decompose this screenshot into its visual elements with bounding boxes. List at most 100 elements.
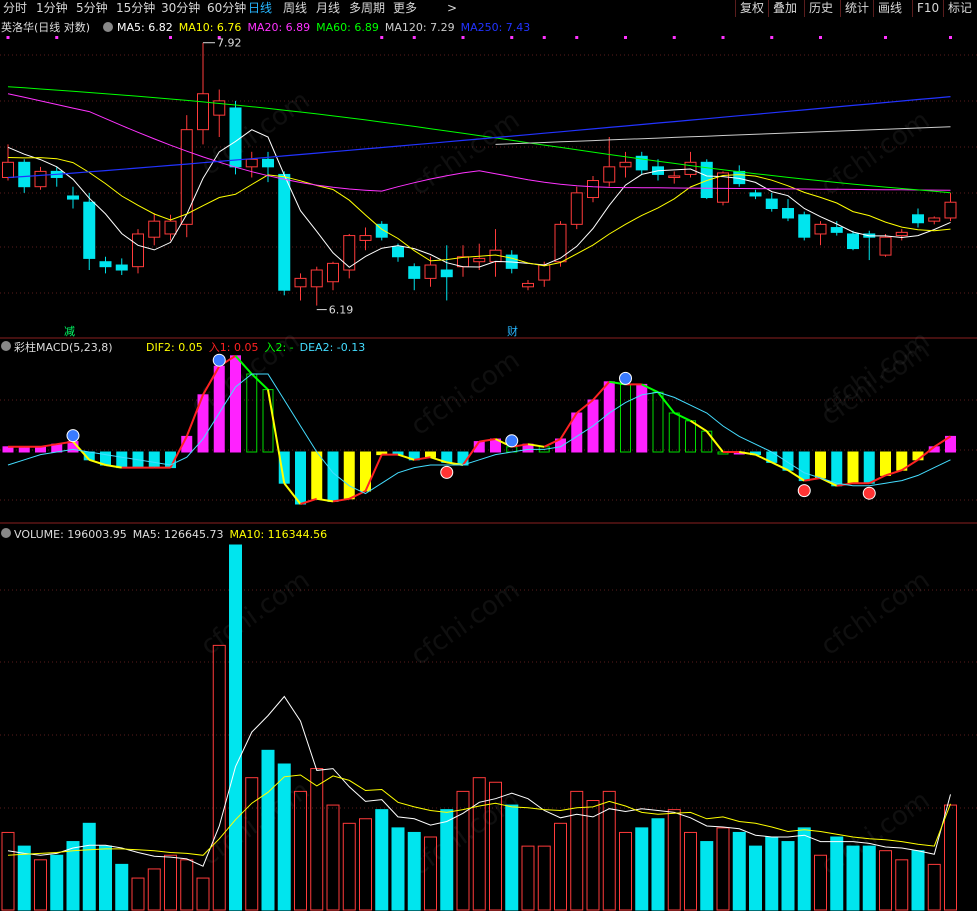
low-price-label: 6.19 — [329, 304, 354, 317]
signal-dot — [510, 36, 514, 39]
macd-bar — [815, 451, 826, 479]
macd-legend-0: DIF2: 0.05 — [146, 341, 203, 354]
volume-bar — [830, 836, 844, 911]
sell-signal-ball — [440, 465, 454, 479]
toolbar-action-6[interactable]: 标记 — [948, 1, 972, 15]
macd-bar — [295, 451, 306, 505]
macd-bar — [343, 451, 355, 500]
volume-bar — [797, 827, 811, 911]
volume-bar — [732, 831, 746, 911]
period-tab-9[interactable]: 多周期 — [349, 1, 385, 15]
sell-signal-ball — [797, 484, 811, 498]
macd-bar — [311, 451, 323, 500]
volume-bar — [261, 749, 275, 911]
toolbar-action-0[interactable]: 复权 — [740, 1, 764, 15]
volume-bar — [781, 841, 795, 911]
toolbar-divider — [768, 0, 769, 17]
buy-signal-ball — [505, 434, 519, 448]
signal-dot — [380, 36, 384, 39]
signal-dot — [412, 36, 416, 39]
volume-bar — [82, 822, 96, 911]
volume-bar — [651, 818, 665, 911]
period-tab-6[interactable]: 日线 — [248, 1, 272, 15]
toolbar-divider — [873, 0, 874, 17]
collapse-icon[interactable] — [1, 528, 11, 538]
ma-legend-3: MA60: 6.89 — [316, 21, 379, 34]
signal-dot — [575, 36, 579, 39]
period-tab-10[interactable]: 更多 — [393, 1, 417, 15]
signal-dot — [542, 36, 546, 39]
period-tab-7[interactable]: 周线 — [283, 1, 307, 15]
signal-dot — [770, 36, 774, 39]
volume-bar — [115, 863, 129, 911]
macd-bar — [148, 451, 160, 469]
toolbar: 分时 1分钟 5分钟 15分钟 30分钟 60分钟 日线 周线 月线 多周期 更多 > 复权 叠加 历史 统计… — [0, 0, 977, 18]
volume-bar — [375, 809, 389, 911]
signal-dot — [6, 36, 10, 39]
macd-bar — [831, 451, 843, 487]
period-tab-1[interactable]: 1分钟 — [36, 1, 68, 15]
signal-dot — [461, 36, 465, 39]
volume-bar — [277, 763, 291, 911]
volume-bar — [440, 809, 454, 911]
macd-title: 彩柱MACD(5,23,8) — [14, 340, 113, 354]
volume-bar — [229, 544, 242, 911]
volume-legend-1: MA5: 126645.73 — [133, 528, 224, 541]
candle — [278, 171, 291, 296]
buy-signal-ball — [619, 371, 632, 385]
candle — [375, 221, 388, 241]
toolbar-divider — [912, 0, 913, 17]
toolbar-action-2[interactable]: 历史 — [809, 1, 833, 15]
buy-signal-ball — [66, 429, 80, 443]
signal-dot — [949, 36, 952, 39]
signal-dot — [721, 36, 725, 39]
macd-bar — [798, 451, 810, 482]
reduce-marker: 减 — [64, 325, 75, 338]
toolbar-divider — [943, 0, 944, 17]
volume-bar — [17, 845, 31, 911]
macd-bar — [230, 355, 241, 453]
ma-legend-2: MA20: 6.89 — [247, 21, 310, 34]
signal-dot — [884, 36, 887, 39]
volume-bar — [765, 836, 779, 911]
toolbar-action-1[interactable]: 叠加 — [773, 1, 797, 15]
toolbar-divider — [804, 0, 805, 17]
toolbar-action-4[interactable]: 画线 — [878, 1, 902, 15]
volume-bar — [846, 845, 860, 911]
collapse-icon[interactable] — [103, 22, 113, 32]
finance-marker: 财 — [507, 324, 518, 338]
volume-bar — [635, 827, 649, 911]
macd-legend-2: 入2: - — [264, 341, 293, 354]
volume-bar — [99, 845, 112, 911]
macd-legend-1: 入1: 0.05 — [209, 341, 259, 354]
high-price-label: 7.92 — [217, 37, 242, 50]
macd-bar — [880, 451, 891, 476]
sell-signal-ball — [862, 486, 876, 500]
macd-bar — [863, 451, 875, 484]
collapse-icon[interactable] — [1, 341, 11, 351]
toolbar-divider — [840, 0, 841, 17]
period-tab-4[interactable]: 30分钟 — [161, 1, 200, 15]
volume-bar — [66, 841, 80, 911]
candle — [879, 233, 892, 257]
macd-legend-3: DEA2: -0.13 — [300, 341, 366, 354]
stock-chart[interactable]: cfchi.com cfchi.comcfchi.com cfchi.com cfch… — [0, 17, 977, 911]
macd-bar — [116, 451, 128, 469]
period-tab-5[interactable]: 60分钟 — [207, 1, 246, 15]
period-tab-2[interactable]: 5分钟 — [76, 1, 108, 15]
more-chevron-icon[interactable]: > — [447, 1, 457, 15]
macd-bar — [425, 451, 436, 458]
period-tab-3[interactable]: 15分钟 — [116, 1, 155, 15]
toolbar-action-5[interactable]: F10 — [917, 1, 939, 15]
toolbar-divider — [735, 0, 736, 17]
signal-dot — [169, 36, 172, 39]
signal-dot — [819, 36, 822, 39]
signal-dot — [672, 36, 676, 39]
period-tab-0[interactable]: 分时 — [3, 1, 27, 15]
macd-bar — [603, 381, 615, 453]
period-tab-8[interactable]: 月线 — [316, 1, 340, 15]
toolbar-action-3[interactable]: 统计 — [845, 1, 869, 15]
volume-legend-0: VOLUME: 196003.95 — [14, 528, 127, 541]
signal-dot — [55, 36, 59, 39]
ma-legend-4: MA120: 7.29 — [385, 21, 455, 34]
